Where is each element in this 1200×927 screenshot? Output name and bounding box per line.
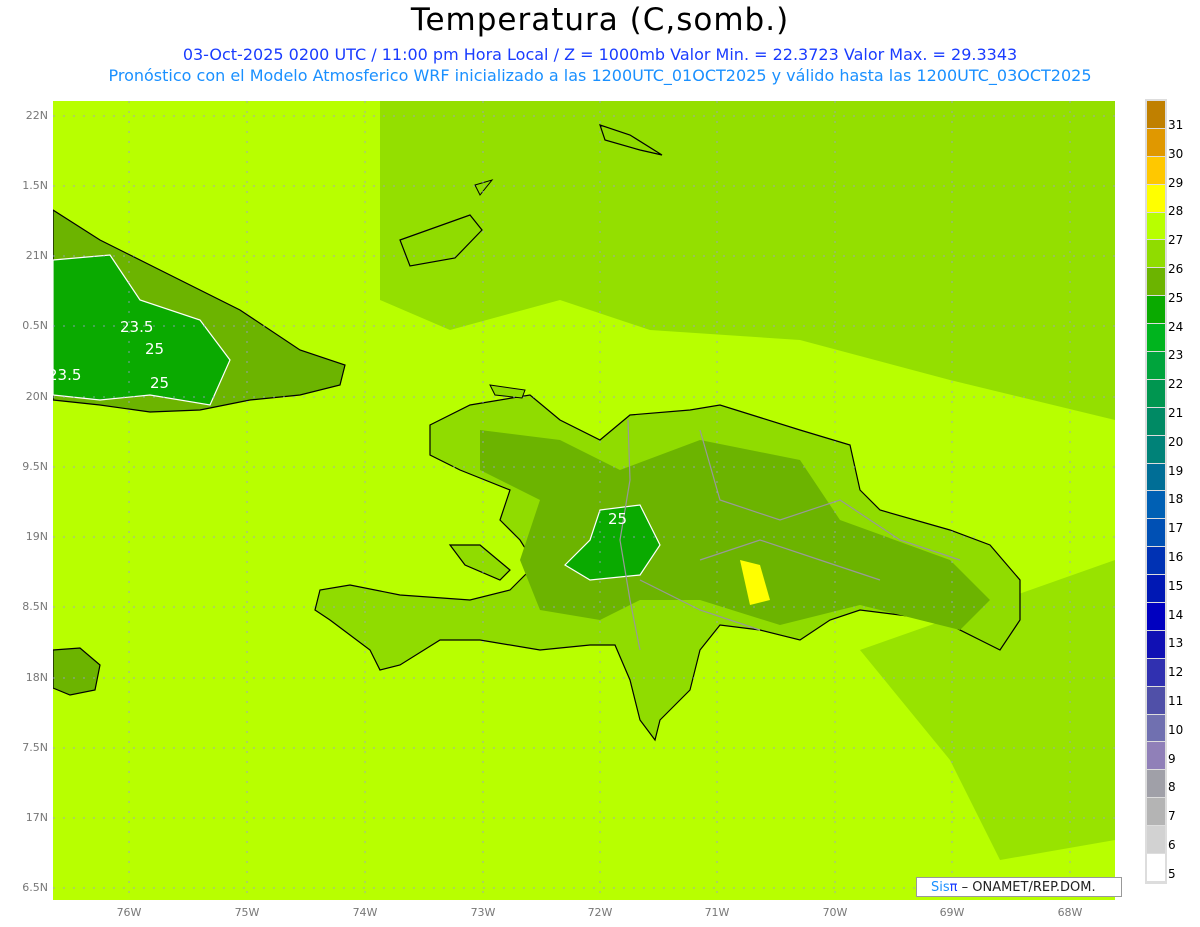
colorbar-swatch — [1147, 742, 1165, 770]
colorbar-label: 21 — [1168, 406, 1184, 420]
colorbar-swatch — [1147, 407, 1165, 435]
colorbar-swatch — [1147, 128, 1165, 156]
colorbar-swatch — [1147, 296, 1165, 324]
lon-label: 74W — [352, 906, 378, 919]
colorbar-label: 15 — [1168, 578, 1184, 593]
colorbar-swatch — [1147, 463, 1165, 491]
colorbar-swatch — [1147, 491, 1165, 519]
colorbar-swatch — [1147, 658, 1165, 686]
colorbar-label: 9 — [1168, 751, 1176, 766]
colorbar-label: 23 — [1168, 348, 1184, 363]
colorbar-label: 16 — [1168, 550, 1184, 564]
colorbar-swatch — [1147, 770, 1165, 798]
colorbar-label: 19 — [1168, 463, 1184, 478]
colorbar-swatch — [1147, 435, 1165, 463]
lon-label: 75W — [234, 906, 260, 919]
colorbar-swatch — [1147, 575, 1165, 603]
colorbar-label: 26 — [1168, 262, 1184, 276]
lon-label: 73W — [470, 906, 496, 919]
lon-label: 68W — [1057, 906, 1083, 919]
colorbar-label: 12 — [1168, 665, 1184, 680]
colorbar-label: 7 — [1168, 809, 1176, 824]
model-info-subtitle: Pronóstico con el Modelo Atmosferico WRF… — [108, 66, 1092, 85]
map-title: Temperatura (C,somb.) — [410, 2, 790, 38]
contour-label: 25 — [608, 510, 627, 528]
lat-label: 1.5N — [22, 179, 48, 192]
colorbar-swatch — [1147, 547, 1165, 575]
lat-label: 22N — [25, 109, 48, 122]
colorbar-swatch — [1147, 352, 1165, 379]
colorbar-label: 28 — [1168, 204, 1184, 219]
contour-label: 23.5 — [53, 366, 81, 384]
colorbar-swatch — [1147, 156, 1165, 184]
colorbar-label: 31 — [1168, 118, 1184, 132]
colorbar-label: 5 — [1168, 866, 1176, 881]
colorbar-swatch — [1147, 714, 1165, 742]
lat-label: 19N — [25, 530, 48, 543]
colorbar-label: 11 — [1168, 694, 1184, 708]
colorbar-swatch — [1147, 519, 1165, 547]
colorbar-label: 17 — [1168, 521, 1184, 536]
colorbar-swatch — [1147, 630, 1165, 658]
colorbar-label: 14 — [1168, 607, 1184, 622]
colorbar-label: 27 — [1168, 233, 1184, 248]
credit-box: Sisπ – ONAMET/REP.DOM. — [916, 877, 1122, 897]
lat-label: 0.5N — [22, 319, 48, 332]
credit-sis: Sis — [931, 880, 950, 895]
colorbar-label: 18 — [1168, 492, 1184, 507]
credit-text: – ONAMET/REP.DOM. — [957, 880, 1096, 895]
valid-time-subtitle: 03-Oct-2025 0200 UTC / 11:00 pm Hora Loc… — [182, 45, 1018, 64]
contour-label: 25 — [145, 340, 164, 358]
colorbar-swatch — [1147, 798, 1165, 826]
lat-label: 18N — [25, 671, 48, 684]
colorbar-label: 25 — [1168, 290, 1184, 305]
lon-label: 70W — [822, 906, 848, 919]
colorbar-label: 10 — [1168, 722, 1184, 737]
colorbar-swatch — [1147, 212, 1165, 240]
lat-label: 9.5N — [22, 460, 48, 473]
colorbar-swatch — [1147, 854, 1165, 881]
lon-label: 69W — [939, 906, 965, 919]
lon-label: 71W — [704, 906, 730, 919]
contour-label: 23.5 — [120, 318, 153, 336]
lat-label: 17N — [25, 811, 48, 824]
lat-label: 20N — [25, 390, 48, 403]
colorbar-label: 29 — [1168, 175, 1184, 190]
lat-label: 8.5N — [22, 600, 48, 613]
colorbar-swatch — [1147, 603, 1165, 630]
colorbar-swatch — [1147, 324, 1165, 352]
contour-label: 25 — [150, 374, 169, 392]
colorbar-swatch — [1147, 826, 1165, 854]
lat-label: 21N — [25, 249, 48, 262]
colorbar-label: 13 — [1168, 636, 1184, 651]
colorbar — [1145, 99, 1167, 884]
temperature-map: 23.5 25 25 23.5 25 — [53, 101, 1115, 900]
colorbar-swatch — [1147, 686, 1165, 714]
colorbar-label: 6 — [1168, 838, 1176, 852]
lon-label: 76W — [116, 906, 142, 919]
colorbar-swatch — [1147, 379, 1165, 407]
lat-label: 7.5N — [22, 741, 48, 754]
colorbar-swatch — [1147, 101, 1165, 128]
colorbar-label: 22 — [1168, 377, 1184, 392]
colorbar-label: 30 — [1168, 146, 1184, 161]
colorbar-label: 8 — [1168, 780, 1176, 795]
colorbar-label: 24 — [1168, 319, 1184, 334]
colorbar-swatch — [1147, 268, 1165, 296]
lat-label: 6.5N — [22, 881, 48, 894]
colorbar-swatch — [1147, 184, 1165, 212]
colorbar-swatch — [1147, 240, 1165, 268]
lon-label: 72W — [587, 906, 613, 919]
colorbar-label: 20 — [1168, 434, 1184, 449]
